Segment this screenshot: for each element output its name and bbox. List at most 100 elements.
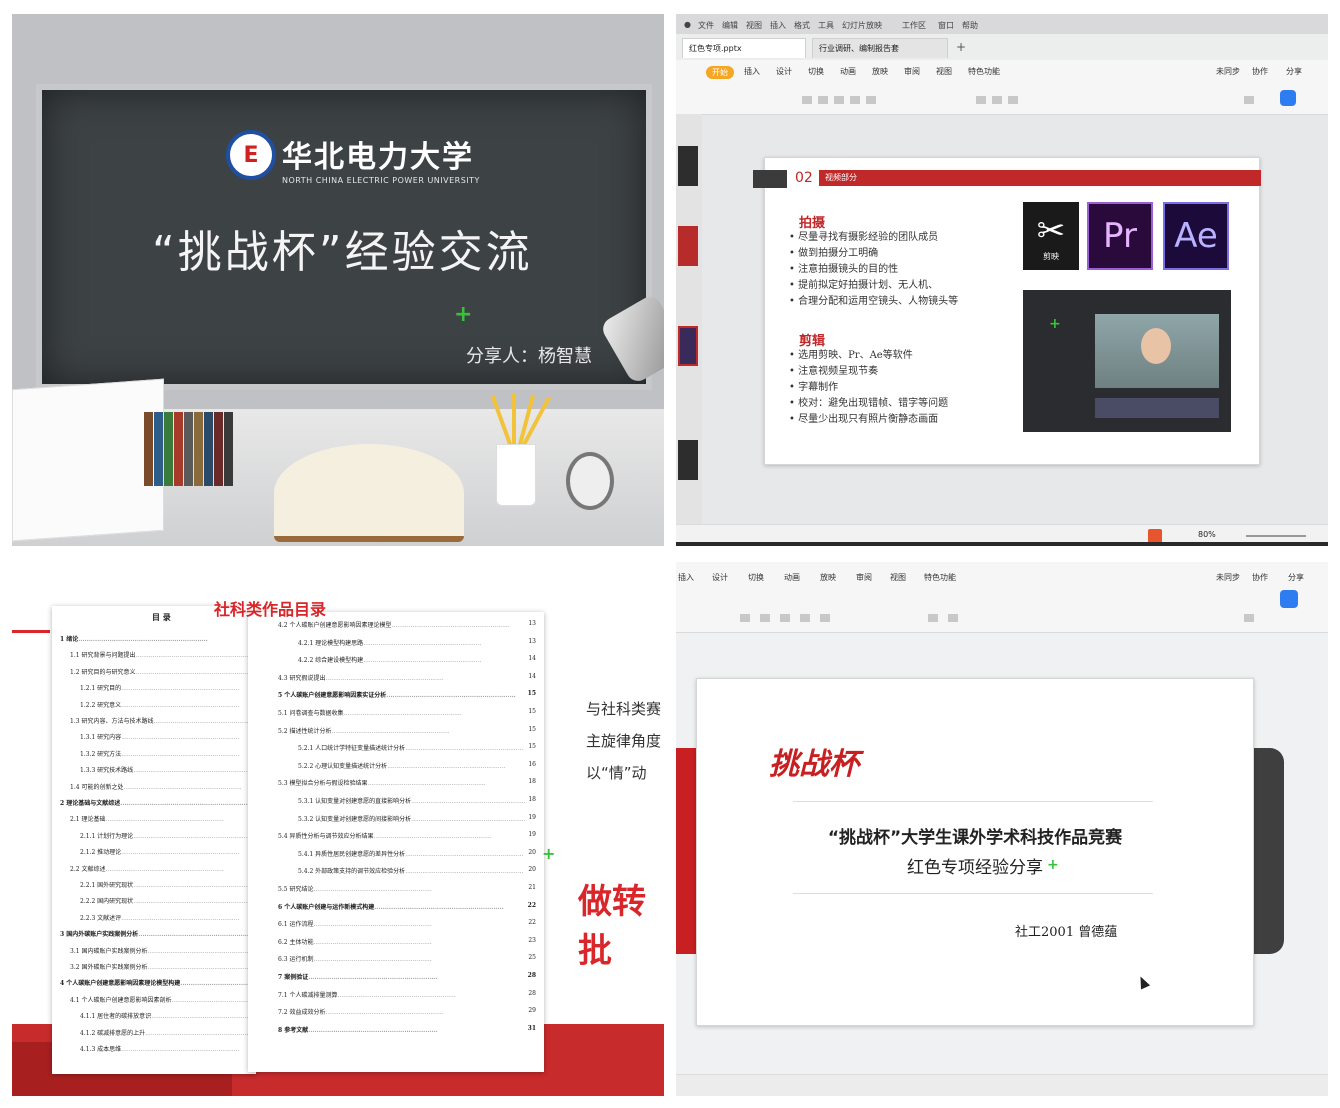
- new-tab-icon[interactable]: +: [956, 40, 966, 54]
- zoom-level[interactable]: 80%: [1198, 530, 1216, 539]
- toc-page-number: 25: [526, 954, 536, 962]
- toc-leader-dots: ........................................…: [121, 734, 240, 742]
- toc-page-number: 19: [526, 831, 536, 839]
- toc-entry-text: 5.2.1 人口统计学特征变量描述统计分析: [298, 745, 406, 753]
- ribbon-tab-review[interactable]: 审阅: [856, 572, 872, 583]
- menubar-item[interactable]: 窗口: [938, 20, 954, 31]
- menubar-item[interactable]: 幻灯片放映: [842, 20, 882, 31]
- toc-entry: 1.2.1 研究目的..............................…: [80, 683, 248, 692]
- ribbon-share[interactable]: 分享: [1288, 572, 1304, 583]
- slide-thumbnail[interactable]: [678, 440, 698, 480]
- ribbon-unsynced[interactable]: 未同步: [1216, 66, 1240, 77]
- underline-icon[interactable]: [780, 614, 790, 622]
- font-color-icon[interactable]: [820, 614, 830, 622]
- underline-icon[interactable]: [834, 96, 844, 104]
- toc-page-number: 13: [526, 637, 536, 645]
- status-bar: [676, 1074, 1328, 1096]
- editing-item: • 尽量少出现只有照片衡静态画面: [789, 414, 939, 425]
- wps-cloud-icon[interactable]: [1280, 90, 1296, 106]
- menubar-item[interactable]: 插入: [770, 20, 786, 31]
- ribbon-tab-review[interactable]: 审阅: [904, 66, 920, 77]
- toc-leader-dots: ........................................…: [121, 701, 240, 709]
- toc-entry: 5.4.2 外部政策支持的调节效应检验分析...................…: [298, 866, 536, 875]
- book-spine: [154, 412, 163, 486]
- toc-leader-dots: ........................................…: [133, 882, 248, 889]
- ribbon-tab-animation[interactable]: 动画: [840, 66, 856, 77]
- strike-icon[interactable]: [850, 96, 860, 104]
- toc-entry: 7.2 效益成效分析..............................…: [278, 1007, 536, 1016]
- tab-red-special-pptx[interactable]: 红色专项.pptx: [682, 38, 806, 58]
- toc-entry: 2.2.1 国外研究现状............................…: [80, 880, 248, 889]
- toc-leader-dots: ........................................…: [313, 886, 432, 893]
- menubar-item[interactable]: 帮助: [962, 20, 978, 31]
- ribbon-tab-special[interactable]: 特色功能: [968, 66, 1000, 77]
- toc-entry-text: 1.2.2 研究意义: [80, 701, 122, 709]
- crosshair-icon: +: [542, 844, 556, 863]
- toc-entry-text: 2.2 文献综述: [70, 865, 106, 873]
- ribbon-tab-transition[interactable]: 切换: [808, 66, 824, 77]
- font-color-icon[interactable]: [866, 96, 876, 104]
- menubar-item[interactable]: 格式: [794, 20, 810, 31]
- slide-thumbnail[interactable]: [678, 226, 698, 266]
- ribbon-tab-slideshow[interactable]: 放映: [820, 572, 836, 583]
- dock-strip: [676, 542, 1328, 546]
- ribbon-collaborate[interactable]: 协作: [1252, 572, 1268, 583]
- ribbon-tab-slideshow[interactable]: 放映: [872, 66, 888, 77]
- ribbon-unsynced[interactable]: 未同步: [1216, 572, 1240, 583]
- italic-icon[interactable]: [760, 614, 770, 622]
- slide-thumbnail[interactable]: [678, 326, 698, 366]
- ribbon-tab-design[interactable]: 设计: [776, 66, 792, 77]
- align-right-icon[interactable]: [1008, 96, 1018, 104]
- ribbon-tab-insert[interactable]: 插入: [678, 572, 694, 583]
- menubar-item[interactable]: 编辑: [722, 20, 738, 31]
- toc-leader-dots: ........................................…: [313, 938, 432, 946]
- slide-canvas[interactable]: 挑战杯 “挑战杯”大学生课外学术科技作品竞赛 红色专项经验分享 + 社工2001…: [696, 678, 1254, 1026]
- slide-canvas[interactable]: 02 视频部分 拍摄 • 尽量寻找有摄影经验的团队成员 • 做到拍摄分工明确 •…: [753, 157, 1261, 465]
- title-slide-panel: 插入 设计 切换 动画 放映 审阅 视图 特色功能 未同步 协作 分享 挑战杯 …: [676, 562, 1328, 1096]
- ribbon-tab-special[interactable]: 特色功能: [924, 572, 956, 583]
- ribbon-tab-insert[interactable]: 插入: [744, 66, 760, 77]
- menubar-item[interactable]: 文件: [698, 20, 714, 31]
- search-icon[interactable]: [1244, 96, 1254, 104]
- menubar-item[interactable]: 工作区: [902, 20, 926, 31]
- play-slideshow-icon[interactable]: [1148, 529, 1162, 543]
- ribbon-share[interactable]: 分享: [1286, 66, 1302, 77]
- ribbon-tab-view[interactable]: 视图: [936, 66, 952, 77]
- toc-entry-text: 5.3.2 认知变量对创建意愿的间接影响分析: [298, 815, 412, 823]
- menubar-item[interactable]: 工具: [818, 20, 834, 31]
- shooting-item: • 注意拍摄镜头的目的性: [789, 264, 899, 275]
- bold-icon[interactable]: [740, 614, 750, 622]
- toc-leader-dots: ........................................…: [337, 991, 456, 999]
- zoom-slider[interactable]: [1246, 535, 1306, 537]
- apple-icon[interactable]: ●: [684, 20, 691, 29]
- toc-page-number: 14: [526, 672, 536, 680]
- toc-leader-dots: ........................................…: [147, 964, 248, 971]
- align-left-icon[interactable]: [928, 614, 938, 622]
- toc-leader-dots: ........................................…: [405, 850, 524, 858]
- shooting-heading: 拍摄: [799, 216, 826, 231]
- strike-icon[interactable]: [800, 614, 810, 622]
- ribbon-tab-transition[interactable]: 切换: [748, 572, 764, 583]
- toc-entry-text: 4.1 个人碳账户创建意愿影响因素剖析: [70, 996, 172, 1004]
- align-left-icon[interactable]: [976, 96, 986, 104]
- ribbon-tab-animation[interactable]: 动画: [784, 572, 800, 583]
- toc-entry-text: 5.1 问卷调查与数据收集: [278, 710, 344, 717]
- ribbon-tab-design[interactable]: 设计: [712, 572, 728, 583]
- ribbon-tab-view[interactable]: 视图: [890, 572, 906, 583]
- toc-page-number: 20: [526, 848, 536, 856]
- ribbon-collaborate[interactable]: 协作: [1252, 66, 1268, 77]
- italic-icon[interactable]: [818, 96, 828, 104]
- toc-entry: 4.1 个人碳账户创建意愿影响因素剖析.....................…: [70, 995, 248, 1004]
- align-center-icon[interactable]: [948, 614, 958, 622]
- toc-entry-text: 4 个人碳账户创建意愿影响因素理论模型构建: [60, 980, 181, 988]
- menubar-item[interactable]: 视图: [746, 20, 762, 31]
- tab-industry-report[interactable]: 行业调研、编制报告套: [812, 38, 948, 58]
- wps-cloud-icon[interactable]: [1280, 590, 1298, 608]
- search-icon[interactable]: [1244, 614, 1254, 622]
- toc-entry-text: 1.2 研究目的与研究意义: [70, 668, 136, 676]
- slide-thumbnail[interactable]: [678, 146, 698, 186]
- ribbon-tab-home[interactable]: 开始: [706, 66, 734, 79]
- bold-icon[interactable]: [802, 96, 812, 104]
- side-text-line: 以“情”动: [586, 764, 647, 782]
- align-center-icon[interactable]: [992, 96, 1002, 104]
